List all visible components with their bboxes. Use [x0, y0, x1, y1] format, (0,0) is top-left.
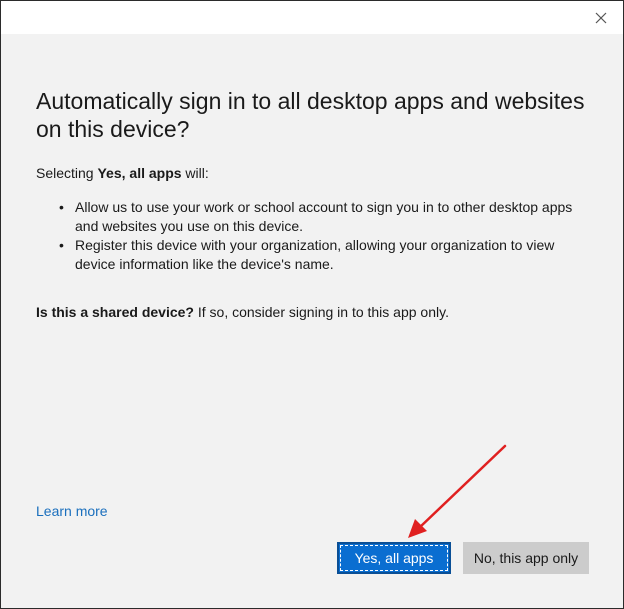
intro-prefix: Selecting [36, 165, 98, 181]
close-button[interactable] [587, 6, 615, 30]
annotation-arrow-shaft [417, 444, 507, 530]
close-icon [595, 12, 607, 24]
shared-device-advice: If so, consider signing in to this app o… [193, 304, 449, 320]
annotation-arrow-head [408, 519, 427, 538]
shared-device-text: Is this a shared device? If so, consider… [36, 303, 449, 322]
shared-device-question: Is this a shared device? [36, 304, 194, 320]
intro-text: Selecting Yes, all apps will: [36, 164, 209, 183]
intro-bold: Yes, all apps [97, 165, 182, 181]
bullet-item-sign-in: Allow us to use your work or school acco… [57, 198, 597, 236]
learn-more-link[interactable]: Learn more [36, 502, 108, 521]
intro-suffix: will: [181, 165, 209, 181]
dialog-heading: Automatically sign in to all desktop app… [36, 88, 585, 142]
title-bar [1, 1, 623, 34]
dialog-window: Automatically sign in to all desktop app… [0, 0, 624, 609]
bullet-item-register: Register this device with your organizat… [57, 236, 597, 274]
no-this-app-only-button[interactable]: No, this app only [463, 542, 589, 574]
yes-all-apps-button[interactable]: Yes, all apps [337, 542, 451, 574]
bullet-list: Allow us to use your work or school acco… [57, 198, 597, 274]
